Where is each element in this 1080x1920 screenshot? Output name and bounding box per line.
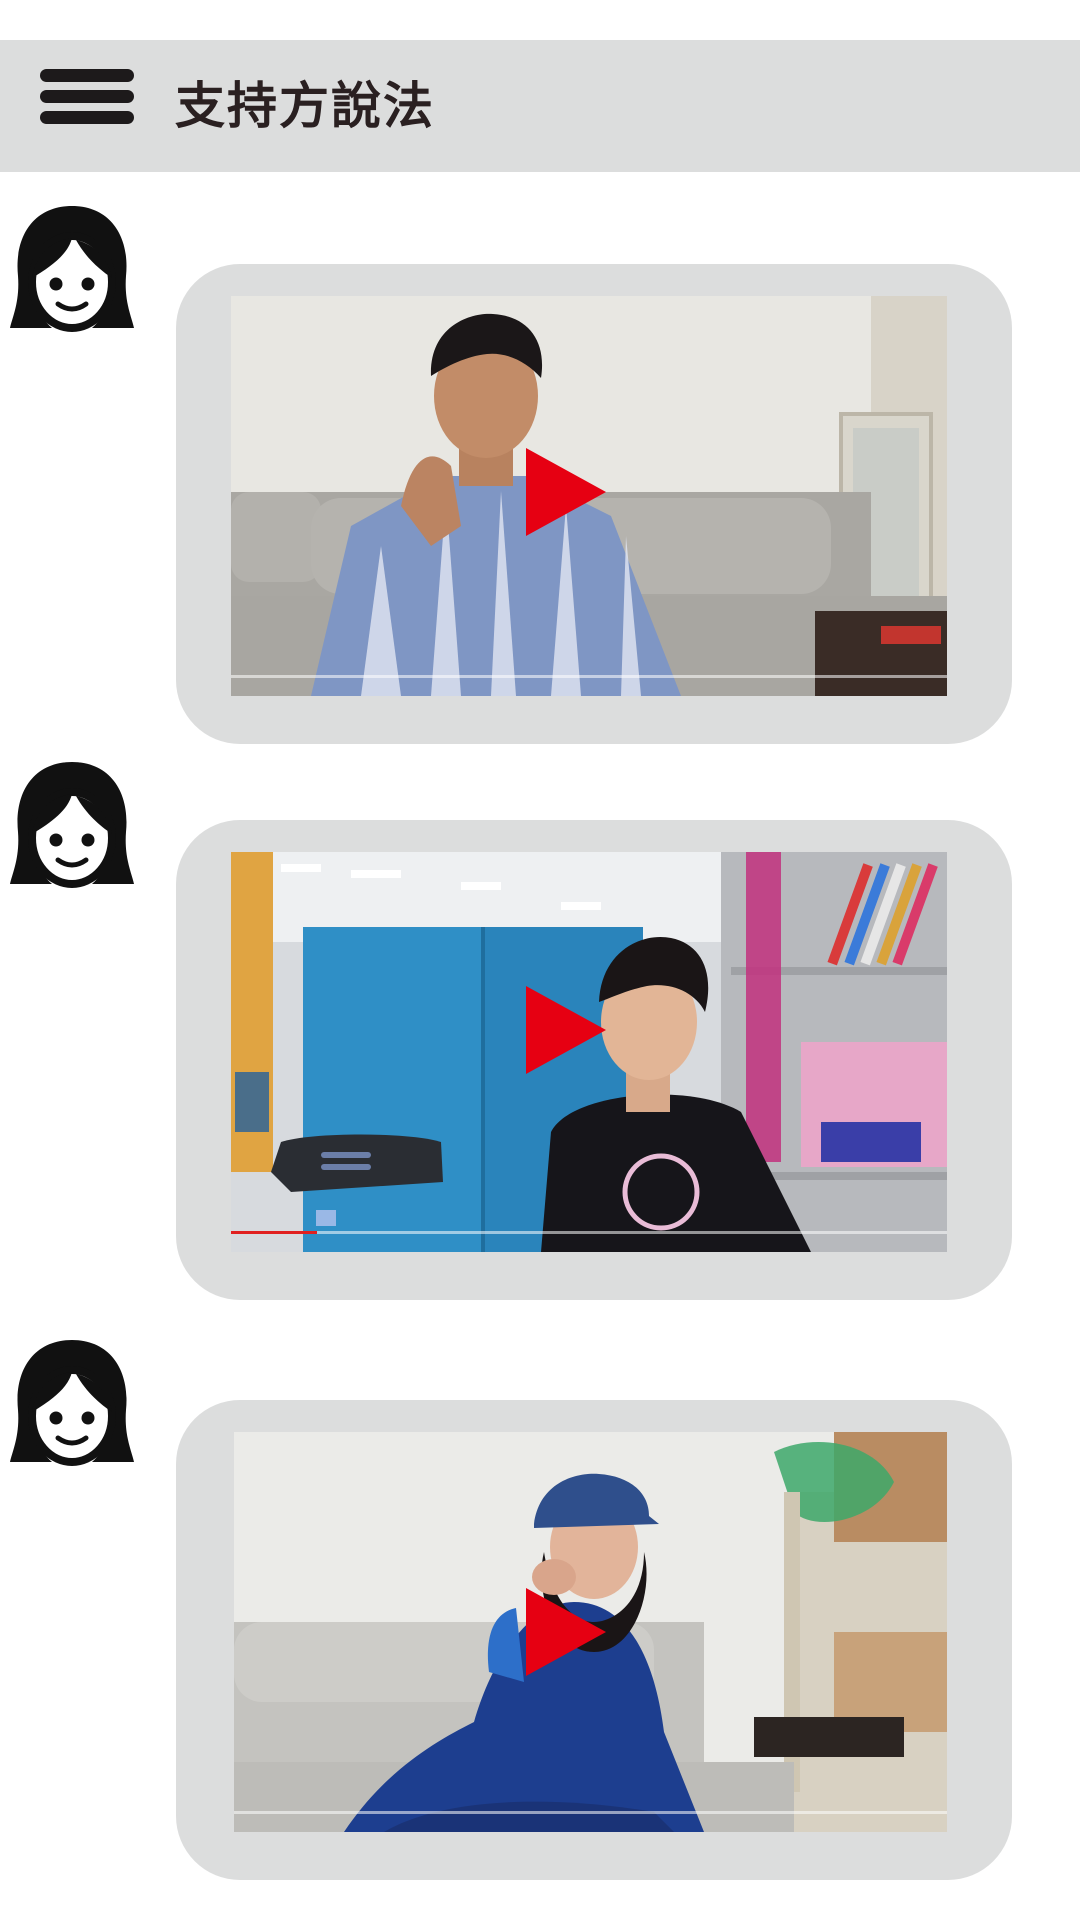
video-progress-bar[interactable] xyxy=(234,1811,947,1814)
play-triangle-icon[interactable] xyxy=(526,448,606,536)
video-thumbnail-3[interactable] xyxy=(234,1432,947,1832)
video-thumbnail-1[interactable] xyxy=(231,296,947,696)
video-progress-bar[interactable] xyxy=(231,1231,947,1234)
app-header: 支持方說法 xyxy=(0,40,1080,172)
video-thumbnail-2[interactable] xyxy=(231,852,947,1252)
woman-avatar-icon xyxy=(10,762,134,888)
play-triangle-icon[interactable] xyxy=(526,1588,606,1676)
video-progress-bar[interactable] xyxy=(231,675,947,678)
hamburger-menu-icon[interactable] xyxy=(40,66,134,130)
woman-avatar-icon xyxy=(10,1340,134,1466)
page-title: 支持方說法 xyxy=(175,77,435,135)
video-card-3[interactable] xyxy=(176,1400,1012,1880)
video-progress-fill xyxy=(231,1231,317,1234)
page: 支持方說法 xyxy=(0,0,1080,1920)
woman-avatar-icon xyxy=(10,206,134,332)
video-card-1[interactable] xyxy=(176,264,1012,744)
play-triangle-icon[interactable] xyxy=(526,986,606,1074)
video-card-2[interactable] xyxy=(176,820,1012,1300)
